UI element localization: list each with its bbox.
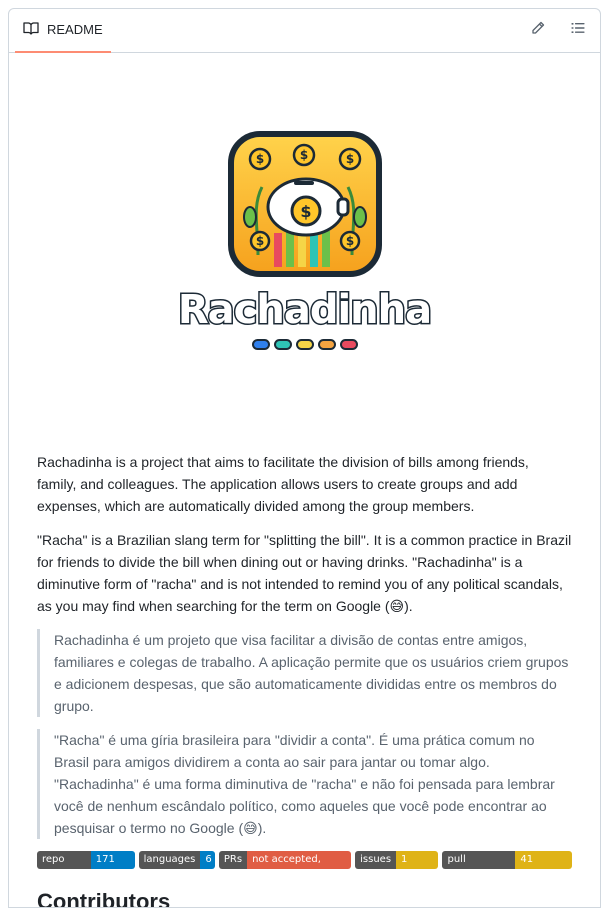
quote-paragraph: Rachadinha é um projeto que visa facilit… (54, 632, 569, 714)
badge-issues[interactable]: issues1 open (355, 851, 439, 869)
logo-wordmark: Rachadinha (176, 286, 433, 335)
book-icon (23, 20, 47, 39)
portuguese-quote: Rachadinha é um projeto que visa facilit… (37, 629, 572, 717)
badge-pull-requests[interactable]: pull requests41 closed (442, 851, 572, 869)
badge-label: pull requests (442, 851, 516, 869)
badge-label: repo size (37, 851, 91, 869)
quote-paragraph: "Racha" é uma gíria brasileira para "div… (54, 732, 555, 836)
logo-dots (251, 339, 358, 350)
racha-paragraph: "Racha" is a Brazilian slang term for "s… (37, 532, 572, 614)
pencil-icon (530, 20, 546, 41)
logo-dot (273, 339, 292, 350)
badge-languages[interactable]: languages 6 (138, 851, 215, 869)
svg-text:$: $ (255, 234, 263, 248)
svg-text:$: $ (345, 234, 353, 248)
outline-button[interactable] (564, 17, 592, 45)
badge-value: 1 open (396, 851, 439, 869)
edit-button[interactable] (524, 17, 552, 45)
svg-text:$: $ (299, 148, 307, 162)
tab-readme[interactable]: README (15, 9, 111, 53)
readme-content: $ $ $ $ $ $ Rachadinha Rachadinha is a p… (9, 53, 600, 907)
readme-card: README $ $ $ $ $ $ Rachadinha Rachadinha… (8, 8, 601, 908)
description-paragraph: Rachadinha is a project that aims to fac… (37, 454, 529, 514)
svg-text:$: $ (345, 152, 353, 166)
svg-text:$: $ (255, 152, 263, 166)
logo-dot (251, 339, 270, 350)
badge-value: 6 (200, 851, 215, 869)
logo-dot (317, 339, 336, 350)
badge-value: not accepted, sorry (247, 851, 352, 869)
tab-readme-label: README (47, 22, 103, 37)
logo-dot (339, 339, 358, 350)
badges-row: repo size171 kB languages6 PRsnot accept… (37, 851, 572, 869)
badge-label: languages (138, 851, 201, 869)
piggy-bank-icon: $ $ $ $ $ $ (227, 131, 382, 277)
portuguese-quote: "Racha" é uma gíria brasileira para "div… (37, 729, 572, 839)
logo-dot (295, 339, 314, 350)
project-logo: $ $ $ $ $ $ Rachadinha (37, 53, 572, 451)
badge-label: PRs (218, 851, 248, 869)
badge-label: issues (355, 851, 397, 869)
badge-value: 41 closed (515, 851, 572, 869)
list-icon (570, 20, 586, 41)
readme-header: README (9, 9, 600, 53)
badge-value: 171 kB (90, 851, 135, 869)
contributors-heading: Contributors (37, 889, 572, 907)
badge-prs[interactable]: PRsnot accepted, sorry (218, 851, 352, 869)
badge-repo-size[interactable]: repo size171 kB (37, 851, 135, 869)
svg-text:$: $ (300, 202, 311, 221)
